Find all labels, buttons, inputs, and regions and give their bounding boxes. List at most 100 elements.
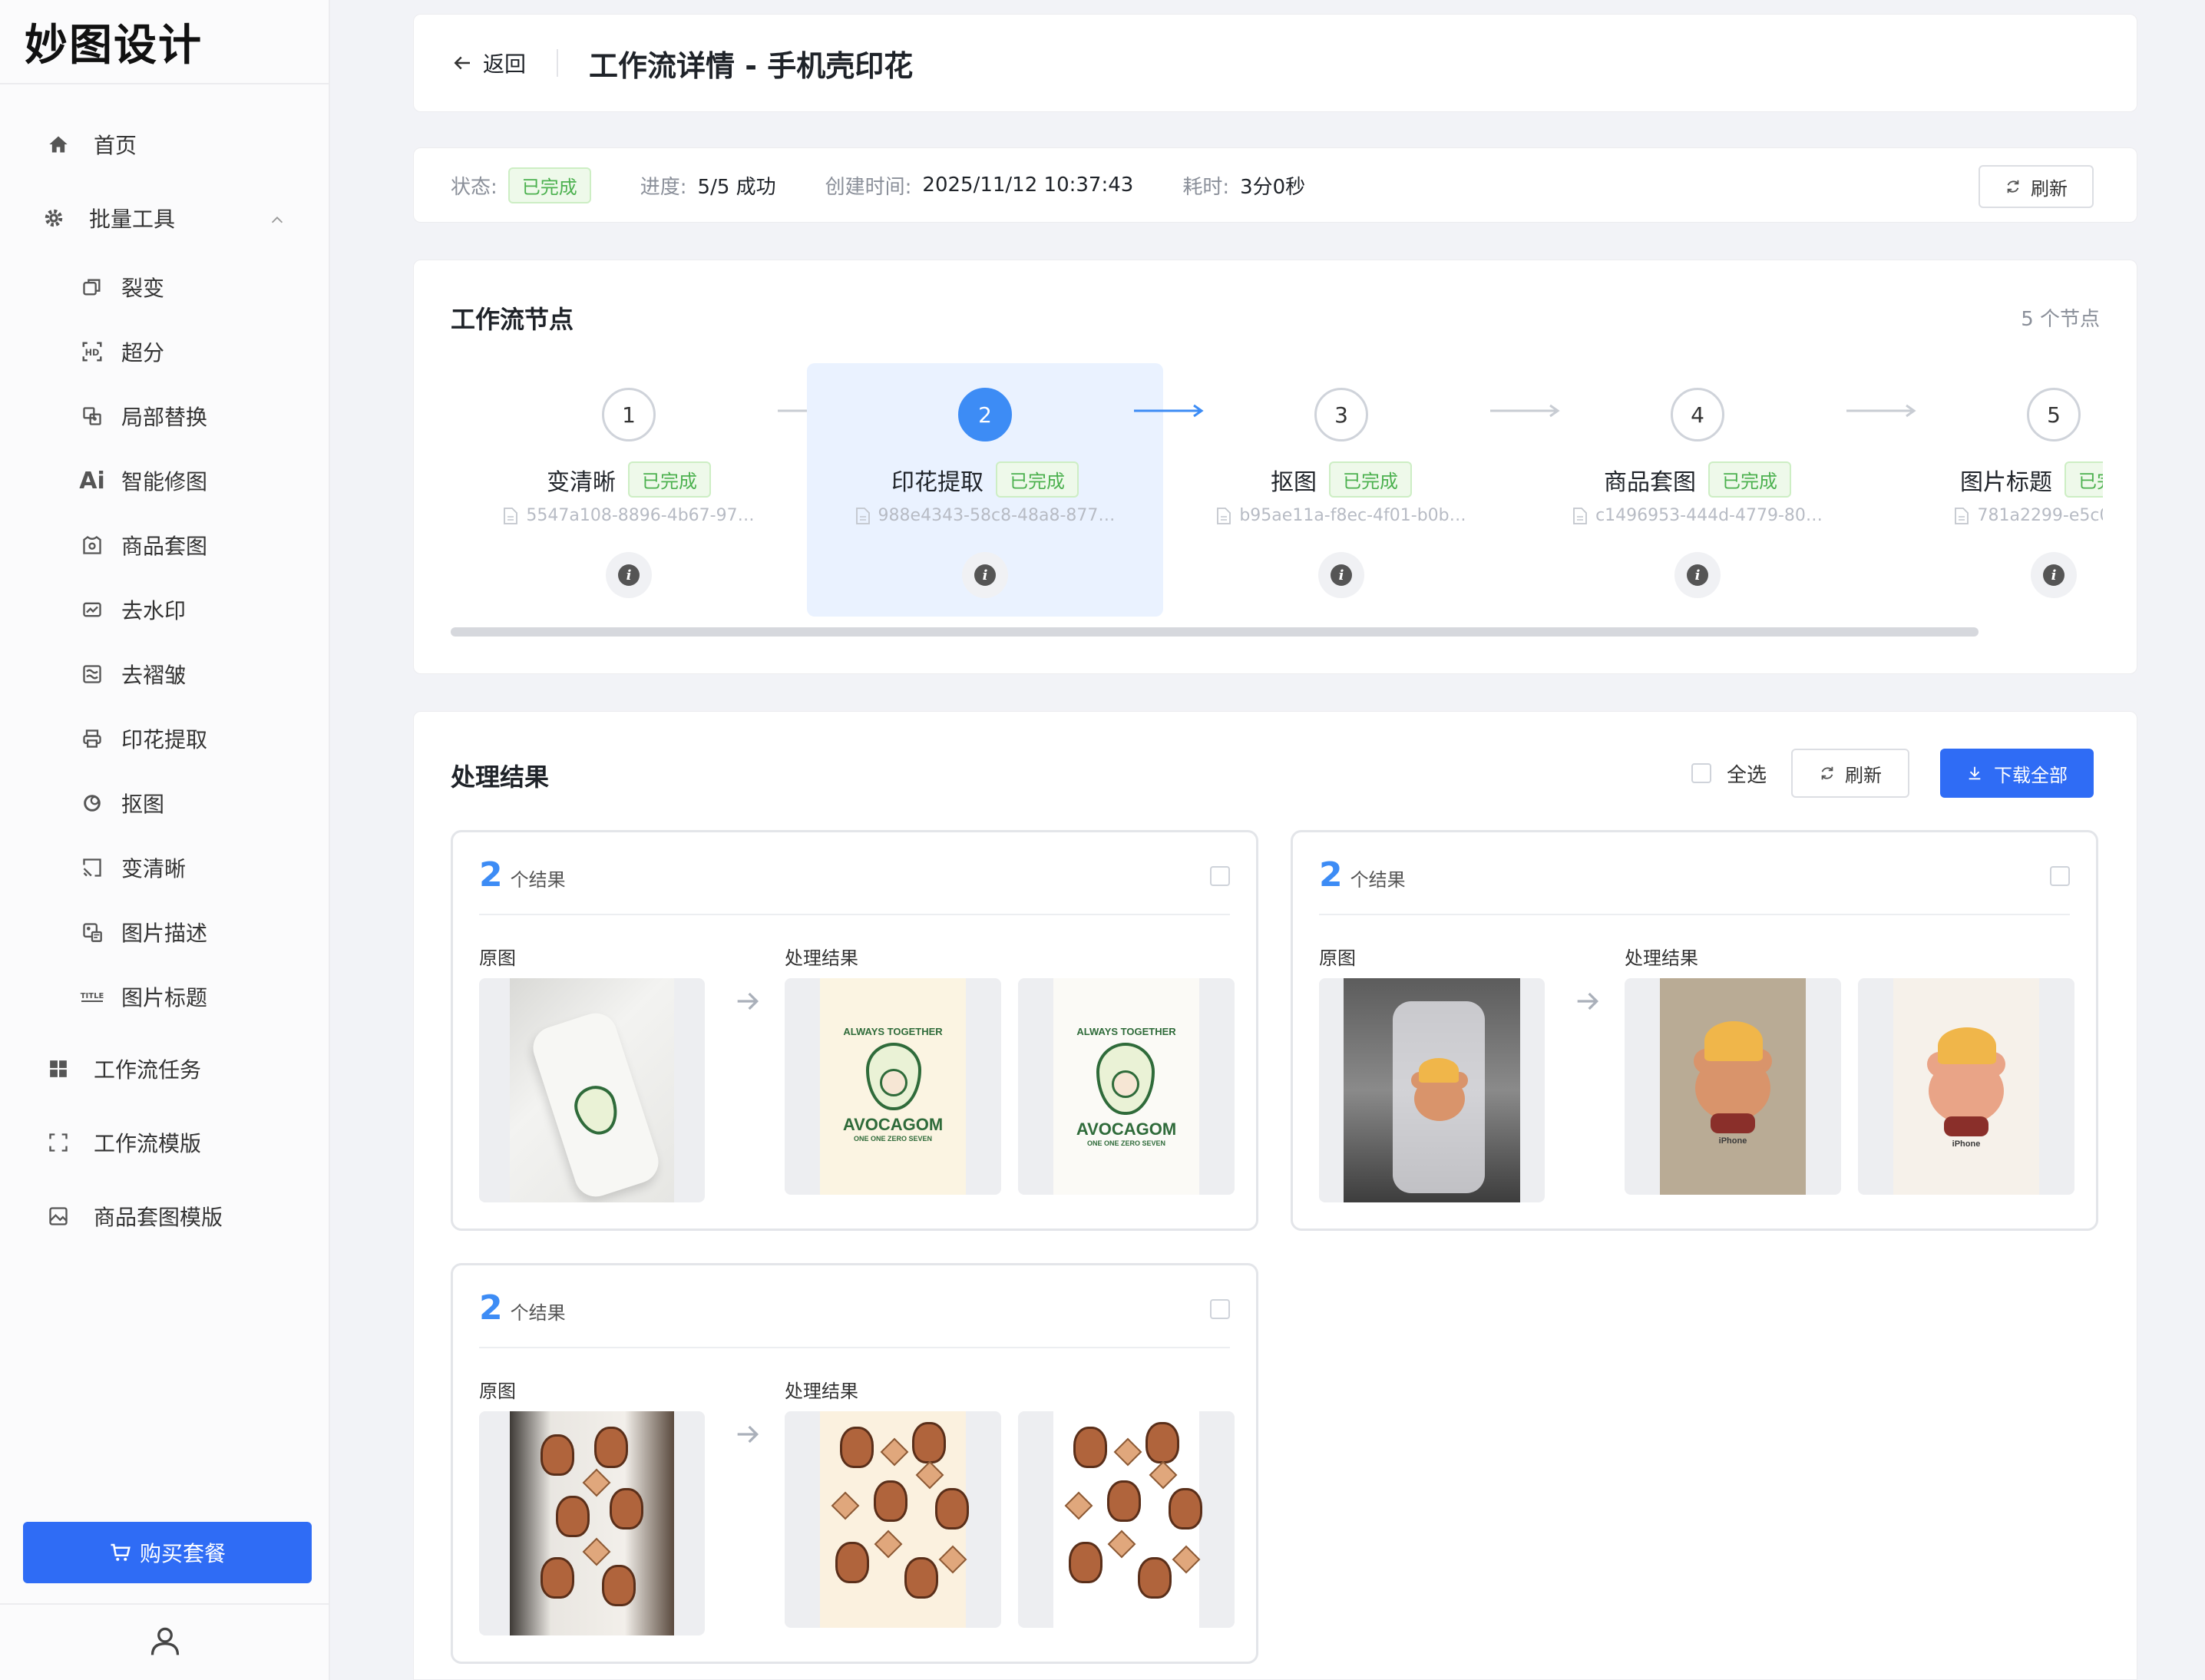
sidebar-group-batch-tools[interactable]: 批量工具	[0, 181, 329, 255]
grid-icon	[46, 1057, 71, 1081]
original-label: 原图	[479, 947, 516, 969]
back-button[interactable]: 返回	[451, 48, 526, 78]
node-info-button[interactable]: i	[1674, 552, 1721, 598]
result-image-1[interactable]: iPhone	[1625, 978, 1841, 1195]
result-image-2[interactable]: iPhone	[1858, 978, 2074, 1195]
node-name: 变清晰	[547, 468, 616, 496]
node-info-button[interactable]: i	[962, 552, 1008, 598]
group-select-checkbox[interactable]	[1210, 1299, 1230, 1319]
original-image[interactable]	[1319, 978, 1545, 1202]
copy-icon	[80, 275, 104, 299]
cracker-pattern-item	[1107, 1530, 1136, 1559]
bear-head	[1929, 1058, 2004, 1124]
result-image-2[interactable]	[1018, 1411, 1235, 1628]
status-refresh-button[interactable]: 刷新	[1979, 165, 2094, 208]
results-refresh-button[interactable]: 刷新	[1791, 749, 1909, 798]
sidebar-item-partial-replace[interactable]: 局部替换	[0, 384, 329, 448]
sidebar-item-fission[interactable]: 裂变	[0, 255, 329, 319]
node-id-row: 5547a108-8896-4b67-97…	[451, 506, 807, 525]
sidebar-item-image-title[interactable]: TITLE 图片标题	[0, 964, 329, 1029]
original-image[interactable]	[479, 1411, 705, 1635]
select-all-checkbox[interactable]: 全选	[1691, 759, 1767, 788]
sidebar-item-watermark-removal[interactable]: 去水印	[0, 577, 329, 642]
node-name: 图片标题	[1960, 468, 2052, 496]
checkbox-box[interactable]	[1691, 763, 1711, 783]
status-bar: 状态: 已完成 进度: 5/5 成功 创建时间: 2025/11/12 10:3…	[413, 147, 2137, 223]
sidebar-item-superres[interactable]: HD 超分	[0, 319, 329, 384]
sidebar-item-sharpen[interactable]: 变清晰	[0, 835, 329, 900]
node-info-button[interactable]: i	[606, 552, 652, 598]
result-group-2: 2 个结果 原图 处理结果 iPhone iPhone	[1291, 830, 2098, 1231]
sidebar-item-label: 商品套图模版	[94, 1205, 223, 1230]
result-image-1[interactable]: ALWAYS TOGETHER AVOCAGOM ONE ONE ZERO SE…	[785, 978, 1001, 1195]
sidebar-item-wrinkle-removal[interactable]: 去褶皱	[0, 642, 329, 706]
sidebar-item-label: 首页	[94, 133, 137, 158]
result-group-3: 2 个结果 原图 处理结果	[451, 1263, 1258, 1664]
cracker-pattern-item	[880, 1437, 909, 1467]
status-key: 状态:	[451, 175, 498, 199]
sidebar-item-workflow-tasks[interactable]: 工作流任务	[0, 1032, 329, 1106]
sidebar-item-label: 去褶皱	[121, 663, 187, 688]
workflow-node-3[interactable]: 3 抠图 已完成 b95ae11a-f8ec-4f01-b0b… i	[1163, 363, 1519, 617]
results-panel: 处理结果 全选 刷新 下载全部 2 个结果 原图 处理结果 ALWAYS TOG…	[413, 711, 2137, 1680]
workflow-node-5[interactable]: 5 图片标题已完成 781a2299-e5c0-4c… i	[1876, 363, 2103, 617]
brand-logo: 妙图设计	[0, 0, 329, 84]
sidebar-item-image-describe[interactable]: 图片描述	[0, 900, 329, 964]
group-select-checkbox[interactable]	[2050, 866, 2070, 886]
group-select-checkbox[interactable]	[1210, 866, 1230, 886]
bear-hat	[1419, 1058, 1459, 1083]
node-id-row: 781a2299-e5c0-4c…	[1876, 506, 2103, 525]
sidebar-item-label: 智能修图	[121, 469, 208, 494]
header-divider	[557, 49, 559, 77]
progress-key: 进度:	[640, 175, 687, 199]
result-image-2[interactable]: ALWAYS TOGETHER AVOCAGOM ONE ONE ZERO SE…	[1018, 978, 1235, 1195]
cracker-pattern-item	[582, 1537, 611, 1566]
original-image[interactable]	[479, 978, 705, 1202]
results-title: 处理结果	[451, 762, 550, 792]
sidebar-item-product-templates[interactable]: 商品套图模版	[0, 1179, 329, 1253]
avocado-pit	[880, 1069, 907, 1096]
sidebar-item-label: 批量工具	[89, 207, 176, 232]
chevron-up-icon[interactable]	[269, 209, 286, 226]
bear-pattern-item	[556, 1496, 590, 1537]
sidebar-item-print-extract[interactable]: 印花提取	[0, 706, 329, 771]
node-info-button[interactable]: i	[2031, 552, 2077, 598]
sidebar-item-label: 超分	[121, 340, 165, 365]
nodes-horizontal-scrollbar[interactable]	[451, 627, 1979, 637]
avocado-brand-text: AVOCAGOM	[842, 1115, 944, 1134]
watermark-icon	[80, 597, 104, 622]
bear-head	[1414, 1076, 1465, 1121]
download-all-button[interactable]: 下载全部	[1940, 749, 2094, 798]
workflow-node-2[interactable]: 2 印花提取 已完成 988e4343-58c8-48a8-877… i	[807, 363, 1163, 617]
cutout-icon	[80, 791, 104, 815]
sidebar-item-smart-retouch[interactable]: Ai 智能修图	[0, 448, 329, 513]
bear-cake	[1711, 1113, 1755, 1133]
download-all-label: 下载全部	[1994, 764, 2068, 786]
app-root: 妙图设计 首页 批量工具 裂变 HD 超分 局部替换 Ai 智能修图 商品套图 …	[0, 0, 2205, 1680]
cracker-pattern-item	[1172, 1545, 1201, 1574]
sidebar-item-home[interactable]: 首页	[0, 107, 329, 181]
results-toolbar: 全选 刷新 下载全部	[1691, 749, 2094, 798]
sidebar-item-label: 局部替换	[121, 405, 208, 430]
avocado-top-text: ALWAYS TOGETHER	[843, 1026, 943, 1037]
result-count: 2 个结果	[1319, 855, 1406, 895]
workflow-node-1[interactable]: 1 变清晰 已完成 5547a108-8896-4b67-97… i	[451, 363, 807, 617]
bear-pattern-item	[912, 1422, 946, 1463]
original-photo	[1344, 978, 1520, 1202]
wrinkle-icon	[80, 662, 104, 686]
buy-plan-button[interactable]: 购买套餐	[23, 1522, 312, 1583]
node-name-row: 抠图 已完成	[1163, 461, 1519, 498]
user-icon[interactable]	[148, 1624, 182, 1661]
node-id-row: b95ae11a-f8ec-4f01-b0b…	[1163, 506, 1519, 525]
bear-pattern-item	[602, 1565, 636, 1606]
workflow-node-4[interactable]: 4 商品套图 已完成 c1496953-444d-4779-80… i	[1519, 363, 1876, 617]
node-name-row: 图片标题已完成	[1876, 461, 2103, 498]
sidebar-item-workflow-templates[interactable]: 工作流模版	[0, 1106, 329, 1179]
sidebar-item-product-set[interactable]: 商品套图	[0, 513, 329, 577]
replace-icon	[80, 404, 104, 428]
print-icon	[80, 726, 104, 751]
sidebar-item-cutout[interactable]: 抠图	[0, 771, 329, 835]
node-info-button[interactable]: i	[1318, 552, 1364, 598]
bear-head	[1695, 1055, 1770, 1121]
result-image-1[interactable]	[785, 1411, 1001, 1628]
